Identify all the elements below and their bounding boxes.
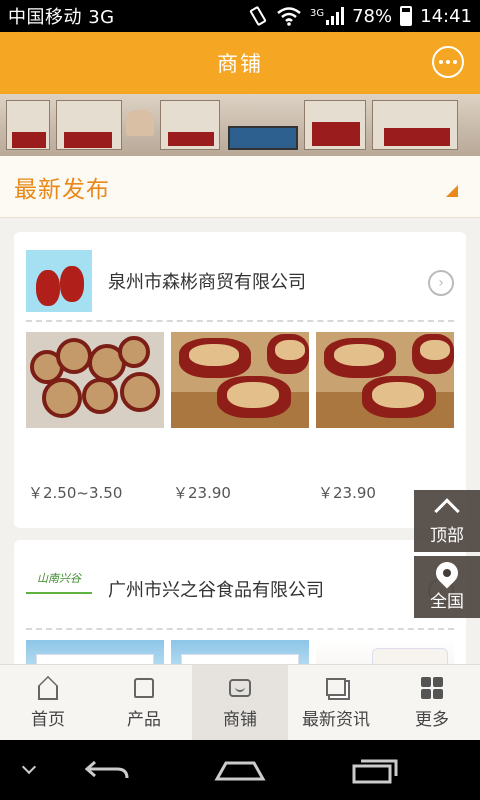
home-icon [35, 675, 61, 701]
product-image[interactable] [171, 332, 309, 428]
nav-label: 首页 [31, 710, 65, 730]
system-nav-bar [0, 740, 480, 800]
product-price: ￥23.90 [173, 484, 231, 502]
shop-banner[interactable] [0, 94, 480, 156]
banner-person [126, 110, 154, 136]
status-bar: 中国移动 3G 3G 78% 14:41 [0, 0, 480, 32]
section-title: 最新发布 [14, 176, 110, 203]
shop-icon [227, 675, 253, 701]
app-screen: 中国移动 3G 3G 78% 14:41 商铺 最新发布 泉州市森彬商贸有限公司… [0, 0, 480, 800]
chevron-up-icon [434, 498, 460, 524]
app-header: 商铺 [0, 32, 480, 94]
shop-logo: 山南兴谷 [26, 564, 92, 594]
carrier-label: 中国移动 3G [8, 7, 115, 28]
chevron-down-icon [21, 759, 37, 775]
shop-name: 广州市兴之谷食品有限公司 [108, 580, 324, 601]
corner-triangle-icon [446, 185, 458, 197]
nav-item-home[interactable]: 首页 [0, 665, 96, 740]
home-outline-icon [214, 761, 266, 781]
system-back-button[interactable] [82, 740, 132, 800]
chevron-right-icon[interactable]: › [428, 270, 454, 296]
nav-item-products[interactable]: 产品 [96, 665, 192, 740]
back-to-top-button[interactable]: 顶部 [414, 490, 480, 552]
shop-thumbnail [26, 250, 92, 312]
battery-icon [400, 6, 413, 26]
nav-label: 更多 [415, 710, 449, 730]
nav-label: 产品 [127, 710, 161, 730]
nav-item-news[interactable]: 最新资讯 [288, 665, 384, 740]
nav-item-shops[interactable]: 商铺 [192, 665, 288, 740]
region-label: 全国 [430, 592, 464, 612]
latest-section-header[interactable]: 最新发布 [0, 156, 480, 218]
shop-name: 泉州市森彬商贸有限公司 [108, 272, 306, 293]
system-home-button[interactable] [214, 740, 266, 800]
wifi-icon [277, 7, 301, 26]
product-image[interactable] [316, 332, 454, 428]
hide-keyboard-button[interactable] [14, 740, 44, 800]
news-icon [323, 675, 349, 701]
clock: 14:41 [420, 5, 472, 27]
back-arrow-icon [84, 760, 129, 779]
shop-logo-text: 山南兴谷 [37, 572, 81, 585]
battery-percent: 78% [352, 5, 393, 27]
shirt-icon [131, 675, 157, 701]
divider [26, 628, 454, 630]
shop-card-header[interactable]: 泉州市森彬商贸有限公司 › [14, 232, 466, 318]
location-pin-icon [431, 557, 463, 589]
network-type: 3G [309, 7, 325, 19]
signal-icon [326, 7, 345, 25]
chat-bubble-icon[interactable] [432, 46, 464, 78]
region-button[interactable]: 全国 [414, 556, 480, 618]
shop-card: 泉州市森彬商贸有限公司 › ￥2.50~3.50 ￥23.90 ￥23.90 [14, 232, 466, 528]
vibrate-icon [249, 6, 267, 26]
shop-card-header[interactable]: 山南兴谷 广州市兴之谷食品有限公司 › [14, 540, 466, 626]
recent-apps-icon [352, 759, 398, 784]
divider [26, 320, 454, 322]
back-to-top-label: 顶部 [430, 526, 464, 546]
nav-item-more[interactable]: 更多 [384, 665, 480, 740]
grid-icon [419, 675, 445, 701]
nav-label: 商铺 [223, 710, 257, 730]
nav-label: 最新资讯 [302, 710, 370, 730]
banner-tv [228, 126, 298, 150]
bottom-nav: 首页 产品 商铺 最新资讯 更多 [0, 664, 480, 740]
page-title: 商铺 [217, 52, 263, 76]
system-recent-apps-button[interactable] [350, 740, 400, 800]
product-price: ￥23.90 [318, 484, 376, 502]
product-price: ￥2.50~3.50 [28, 484, 123, 502]
product-image[interactable] [26, 332, 164, 428]
